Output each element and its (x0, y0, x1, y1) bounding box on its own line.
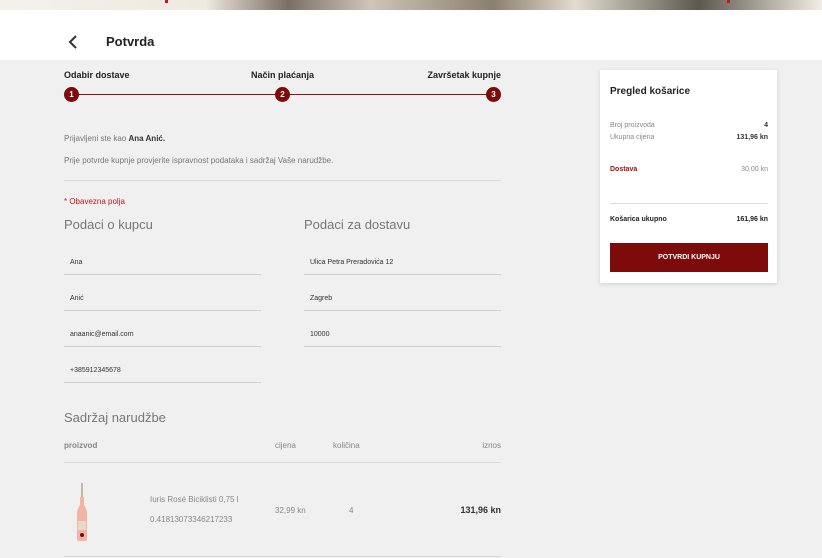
first-name-field[interactable]: Ana (64, 251, 261, 275)
street-field[interactable]: Ulica Petra Preradovića 12 (304, 251, 501, 275)
divider (64, 180, 501, 181)
delivery-heading: Podaci za dostavu (304, 217, 411, 232)
product-price: 32,99 kn (275, 506, 306, 515)
product-name[interactable]: Iuris Rosé Biciklisti 0,75 l (150, 495, 238, 504)
email-field[interactable]: anaanic@email.com (64, 323, 261, 347)
summary-total-row: Košarica ukupno 161,96 kn (610, 216, 768, 223)
col-product: proizvod (64, 441, 98, 450)
required-fields-note: * Obavezna polja (64, 197, 125, 206)
col-total: iznos (482, 441, 501, 450)
banner-accent (727, 0, 730, 3)
back-arrow-icon[interactable] (64, 32, 84, 52)
page-header: Potvrda (0, 10, 822, 60)
summary-shipping-label: Dostava (610, 166, 638, 173)
checkout-content: Odabir dostave Način plaćanja Završetak … (46, 60, 516, 558)
step-dot-1[interactable]: 1 (64, 87, 79, 102)
summary-count-value: 4 (764, 122, 768, 129)
step-label-payment: Način plaćanja (251, 70, 315, 80)
logged-in-text: Prijavljeni ste kao Ana Anić. (64, 134, 165, 143)
table-divider (64, 462, 501, 463)
wine-bottle-image[interactable] (76, 483, 88, 541)
logged-in-prefix: Prijavljeni ste kao (64, 134, 129, 143)
summary-total-value: 161,96 kn (736, 216, 768, 223)
order-heading: Sadržaj narudžbe (64, 410, 166, 425)
step-label-delivery: Odabir dostave (64, 70, 130, 80)
step-label-finish: Završetak kupnje (427, 70, 501, 80)
step-dot-3[interactable]: 3 (486, 87, 501, 102)
summary-title: Pregled košarice (610, 86, 691, 97)
hero-banner-strip (0, 0, 822, 10)
cart-summary-card: Pregled košarice Broj proizvoda 4 Ukupna… (600, 70, 777, 283)
page-title: Potvrda (106, 34, 155, 49)
step-dot-2[interactable]: 2 (275, 87, 290, 102)
product-total: 131,96 kn (460, 505, 501, 515)
user-name: Ana Anić. (128, 134, 166, 143)
confirm-purchase-button[interactable]: POTVRDI KUPNJU (610, 243, 768, 272)
check-data-text: Prije potvrde kupnje provjerite ispravno… (64, 156, 334, 165)
summary-shipping-row: Dostava 30,00 kn (610, 166, 768, 173)
col-price: cijena (275, 441, 296, 450)
summary-count-label: Broj proizvoda (610, 122, 655, 129)
col-qty: količina (333, 441, 360, 450)
product-qty: 4 (349, 506, 354, 515)
table-divider (64, 556, 501, 557)
last-name-field[interactable]: Anić (64, 287, 261, 311)
summary-subtotal-label: Ukupna cijena (610, 134, 655, 141)
summary-total-label: Košarica ukupno (610, 216, 667, 223)
checkout-main: Odabir dostave Način plaćanja Završetak … (0, 60, 822, 558)
summary-subtotal-value: 131,96 kn (736, 134, 768, 141)
summary-shipping-value: 30,00 kn (741, 166, 768, 173)
postcode-field[interactable]: 10000 (304, 323, 501, 347)
checkout-stepper: Odabir dostave Način plaćanja Završetak … (64, 70, 501, 102)
summary-count-row: Broj proizvoda 4 (610, 122, 768, 129)
summary-subtotal-row: Ukupna cijena 131,96 kn (610, 134, 768, 141)
buyer-heading: Podaci o kupcu (64, 217, 153, 232)
summary-divider (610, 203, 768, 204)
product-sku: 0.41813073346217233 (150, 515, 233, 524)
phone-field[interactable]: +385912345678 (64, 359, 261, 383)
banner-accent (165, 0, 168, 3)
city-field[interactable]: Zagreb (304, 287, 501, 311)
